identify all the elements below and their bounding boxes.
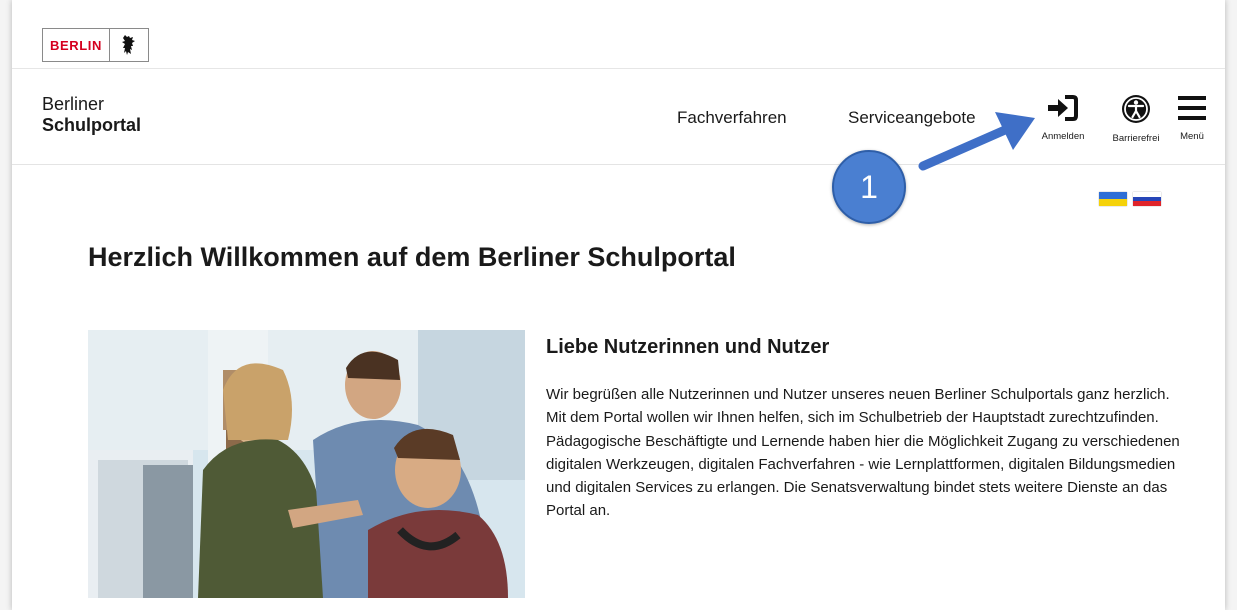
berlin-bear-icon [110, 29, 148, 61]
page-title: Herzlich Willkommen auf dem Berliner Sch… [88, 242, 736, 272]
accessibility-button[interactable]: Barrierefrei [1105, 94, 1167, 144]
berlin-logo-text: BERLIN [43, 29, 110, 61]
ukraine-flag-icon[interactable] [1099, 192, 1127, 206]
hero-image [88, 330, 525, 598]
accessibility-icon [1121, 94, 1151, 129]
brand-line-2: Schulportal [42, 115, 142, 135]
menu-label: Menü [1180, 131, 1204, 142]
russia-flag-icon[interactable] [1133, 192, 1161, 207]
hamburger-icon [1177, 94, 1207, 127]
language-flags [1099, 192, 1161, 207]
login-label: Anmelden [1041, 131, 1085, 142]
site-header: Berliner Schulportal Fachverfahren Servi… [12, 68, 1225, 165]
annotation-marker: 1 [832, 150, 906, 224]
section-title: Liebe Nutzerinnen und Nutzer [546, 336, 830, 358]
browser-page: BERLIN Berliner Schulportal Fachverfahre… [12, 0, 1225, 610]
accessibility-label: Barrierefrei [1112, 133, 1160, 144]
brand-line-1: Berliner [42, 94, 105, 114]
login-icon [1046, 94, 1080, 127]
nav-fachverfahren[interactable]: Fachverfahren [677, 108, 787, 128]
berlin-logo[interactable]: BERLIN [42, 28, 149, 62]
site-brand[interactable]: Berliner Schulportal [42, 94, 141, 136]
login-button[interactable]: Anmelden [1033, 94, 1093, 142]
logo-strip: BERLIN [12, 0, 1225, 69]
menu-button[interactable]: Menü [1172, 94, 1212, 142]
intro-text: Wir begrüßen alle Nutzerinnen und Nutzer… [546, 386, 1180, 520]
annotation-arrow-icon [918, 112, 1035, 171]
